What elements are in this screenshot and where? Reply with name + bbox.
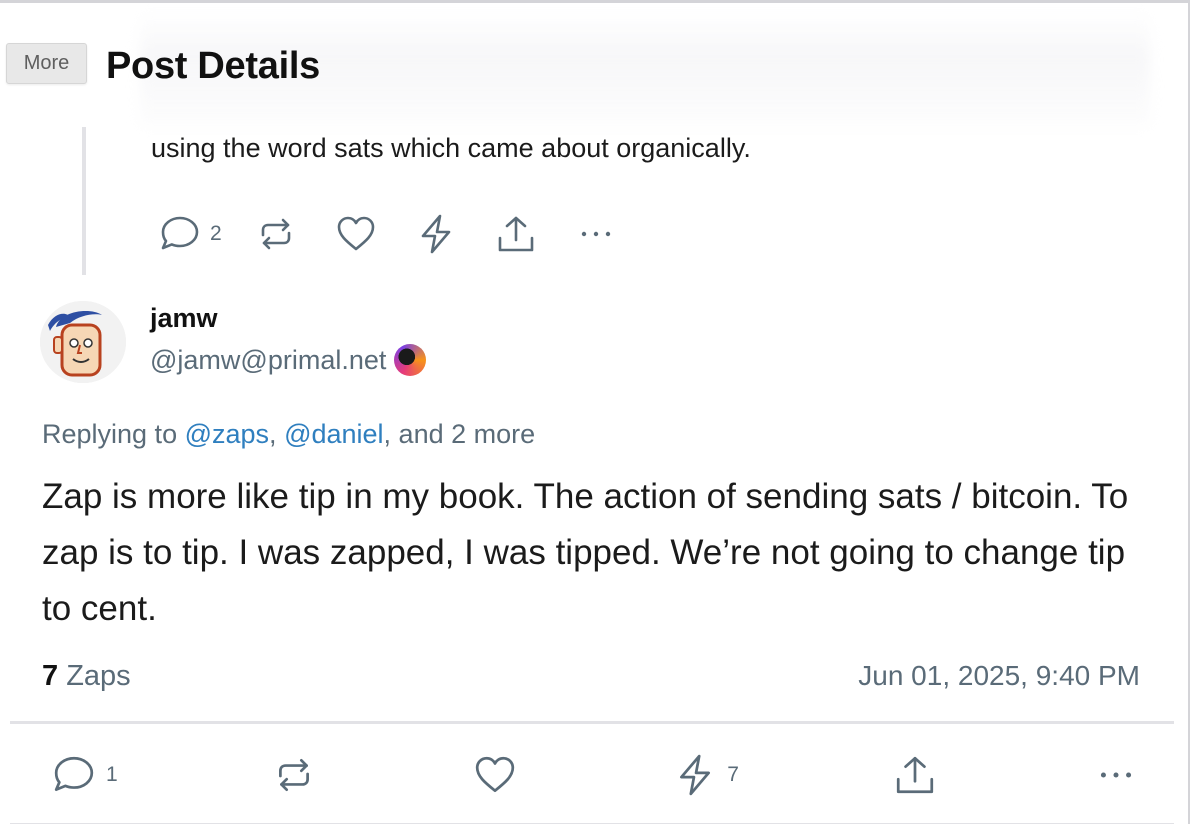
share-button[interactable] (891, 753, 939, 797)
reply-button[interactable]: 1 (50, 753, 118, 797)
parent-zap-button[interactable] (414, 213, 458, 255)
author-handle-row: @jamw@primal.net (150, 344, 427, 376)
post-actions: 1 7 (50, 753, 1140, 797)
repost-button[interactable] (270, 753, 318, 797)
lightning-icon (680, 754, 711, 796)
more-options-button[interactable] (1092, 753, 1140, 797)
reply-bubble-icon (54, 756, 94, 792)
parent-reply-button[interactable]: 2 (158, 213, 222, 255)
zaps-label: Zaps (58, 660, 131, 692)
lightning-icon (421, 214, 450, 254)
replying-suffix[interactable]: , and 2 more (384, 419, 536, 449)
repost-icon (261, 218, 290, 250)
zaps-count: 7 (42, 660, 59, 692)
like-button[interactable] (471, 753, 519, 797)
parent-more-button[interactable] (574, 213, 618, 255)
mention-zaps-link[interactable]: @zaps (185, 419, 269, 449)
page-title: Post Details (106, 45, 320, 87)
replying-prefix: Replying to (42, 419, 185, 449)
repost-icon (279, 758, 310, 792)
zaps-summary[interactable]: 7 Zaps (42, 660, 131, 693)
reply-count: 1 (106, 763, 118, 786)
replying-to-line: Replying to @zaps, @daniel, and 2 more (42, 419, 535, 450)
thread-connector-line (82, 127, 86, 275)
share-upload-icon (897, 756, 934, 794)
parent-post-actions: 2 (158, 213, 618, 255)
reply-bubble-icon (161, 216, 199, 250)
mention-separator: , (269, 419, 285, 449)
zap-count: 7 (727, 763, 739, 786)
post-details-view: More Post Details using the word sats wh… (0, 0, 1190, 824)
primal-verified-badge-icon (394, 344, 427, 376)
more-dots-icon (1100, 772, 1132, 778)
heart-icon (475, 756, 514, 793)
heart-icon (337, 216, 374, 251)
mention-daniel-link[interactable]: @daniel (284, 419, 383, 449)
parent-like-button[interactable] (334, 213, 378, 255)
more-button[interactable]: More (6, 43, 87, 84)
author-avatar[interactable] (40, 301, 126, 383)
parent-reply-count: 2 (210, 222, 222, 245)
zap-button[interactable]: 7 (671, 753, 739, 797)
divider (10, 721, 1174, 724)
post-body-text: Zap is more like tip in my book. The act… (42, 477, 1129, 628)
share-upload-icon (498, 216, 533, 252)
author-handle[interactable]: @jamw@primal.net (150, 345, 386, 376)
parent-repost-button[interactable] (254, 213, 298, 255)
parent-post-text: using the word sats which came about org… (151, 133, 751, 163)
post-timestamp: Jun 01, 2025, 9:40 PM (858, 660, 1140, 691)
parent-share-button[interactable] (494, 213, 538, 255)
author-name[interactable]: jamw (150, 303, 218, 334)
more-dots-icon (581, 231, 610, 237)
avatar-illustration (40, 301, 126, 383)
